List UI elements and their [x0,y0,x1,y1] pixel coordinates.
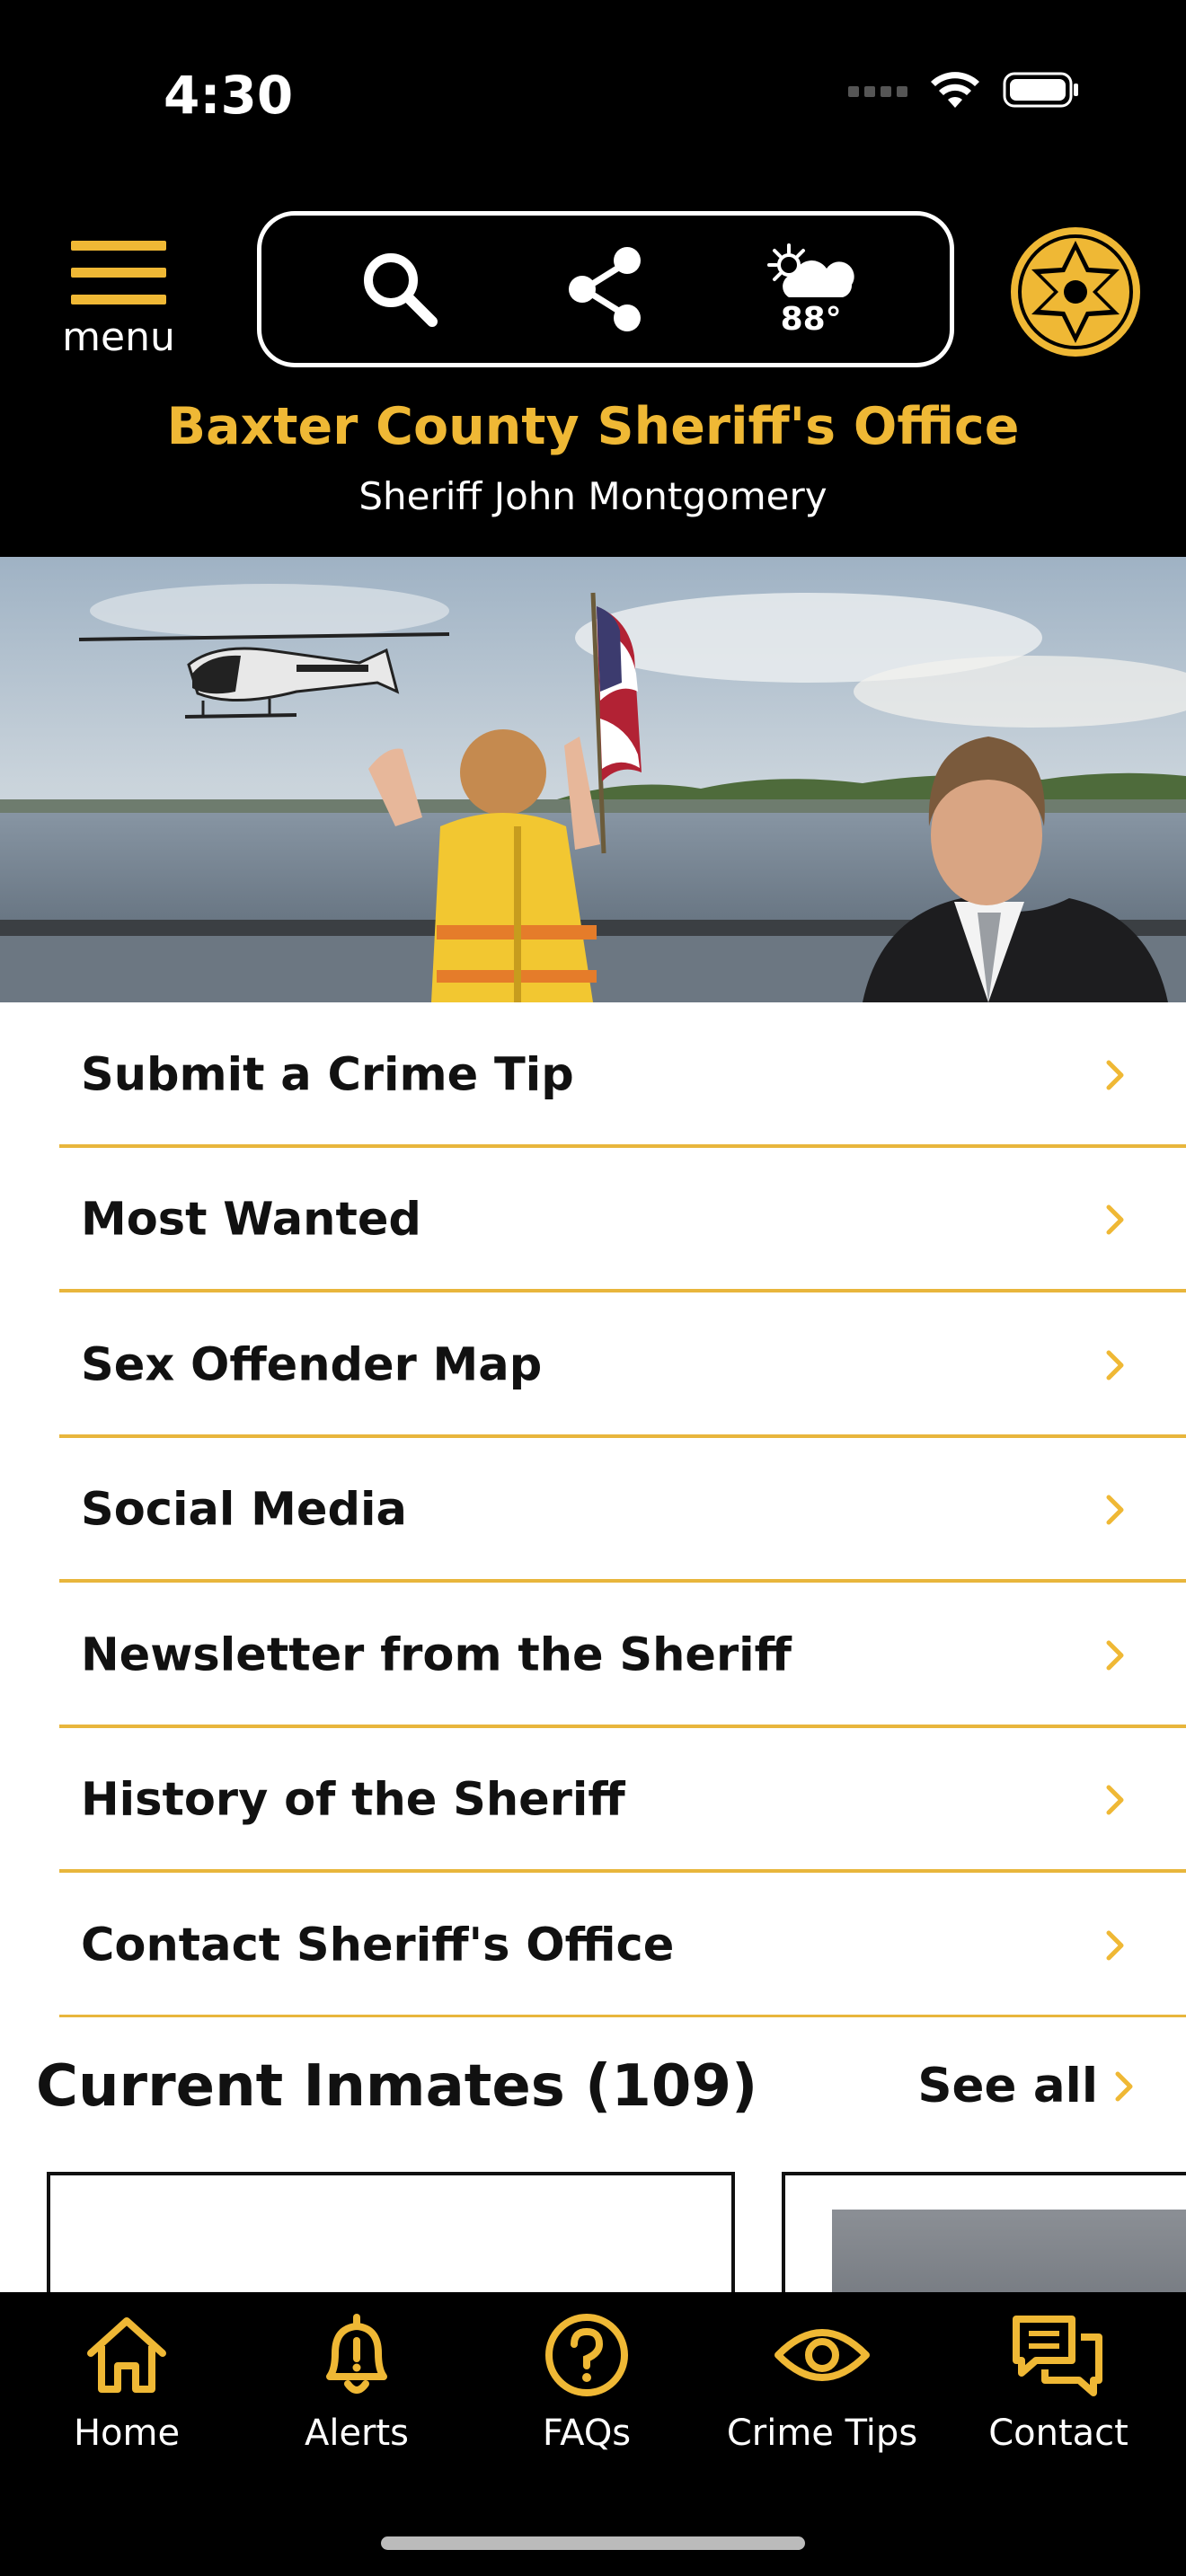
tab-label: Home [73,2413,181,2454]
inmate-card[interactable] [782,2172,1186,2292]
menu-button[interactable]: menu [56,241,181,375]
tab-label: FAQs [542,2413,632,2454]
menu-item-label: Sex Offender Map [81,1338,543,1392]
weather-partly-cloudy-icon [766,243,854,297]
weather-button[interactable]: 88° [748,235,874,343]
status-bar: 4:30 [0,0,1186,189]
chevron-right-icon [1106,1930,1124,1961]
question-icon [545,2314,628,2396]
menu-item-history[interactable]: History of the Sheriff [0,1728,1186,1874]
inmate-photo [832,2210,1186,2292]
menu-item-sex-offender-map[interactable]: Sex Offender Map [0,1292,1186,1438]
search-button[interactable] [337,235,463,343]
bell-alert-icon [326,2314,387,2394]
chevron-right-icon [1106,1785,1124,1815]
menu-item-submit-crime-tip[interactable]: Submit a Crime Tip [0,1002,1186,1148]
search-icon [364,253,438,327]
tab-label: Contact [988,2413,1128,2454]
tab-faqs[interactable]: FAQs [479,2310,695,2454]
chevron-right-icon [1106,1350,1124,1381]
tab-label: Crime Tips [726,2413,918,2454]
office-name: Baxter County Sheriff's Office [166,397,1020,456]
menu-list: Submit a Crime Tip Most Wanted Sex Offen… [0,1002,1186,2018]
inmates-section: Current Inmates (109) See all [0,2017,1186,2292]
sheriff-name: Sheriff John Montgomery [358,474,828,518]
inmate-card[interactable] [47,2172,735,2292]
menu-label: menu [62,314,175,360]
cellular-signal-icon [848,86,907,97]
menu-item-label: Newsletter from the Sheriff [81,1628,792,1682]
temperature-text: 88° [780,300,842,338]
tab-alerts[interactable]: Alerts [249,2310,465,2454]
home-icon [87,2317,166,2393]
chevron-right-icon [1115,2071,1133,2101]
status-icons [848,70,1080,110]
chat-icon [1013,2316,1102,2396]
menu-item-label: Most Wanted [81,1193,421,1247]
share-icon [568,247,641,331]
chevron-right-icon [1106,1204,1124,1235]
header: menu 88° Baxter County Sheriff's Office … [0,189,1186,557]
menu-item-newsletter[interactable]: Newsletter from the Sheriff [0,1583,1186,1728]
menu-item-label: Social Media [81,1483,407,1537]
chevron-right-icon [1106,1060,1124,1090]
tab-crime-tips[interactable]: Crime Tips [714,2310,930,2454]
menu-item-label: Submit a Crime Tip [81,1048,574,1102]
wifi-icon [931,72,979,108]
status-time: 4:30 [164,65,294,126]
header-toolbar: 88° [257,211,954,367]
tab-home[interactable]: Home [19,2310,235,2454]
see-all-label: See all [917,2059,1098,2113]
sheriff-badge-icon[interactable] [1006,223,1145,361]
menu-item-contact-office[interactable]: Contact Sheriff's Office [0,1873,1186,2018]
home-indicator [381,2536,805,2550]
chevron-right-icon [1106,1495,1124,1525]
tab-label: Alerts [304,2413,410,2454]
menu-item-social-media[interactable]: Social Media [0,1438,1186,1584]
inmates-title: Current Inmates (109) [36,2053,758,2120]
share-button[interactable] [543,235,668,343]
hero-banner-image [0,557,1186,1002]
see-all-button[interactable]: See all [917,2059,1134,2113]
menu-item-most-wanted[interactable]: Most Wanted [0,1148,1186,1293]
eye-icon [774,2329,870,2381]
chevron-right-icon [1106,1640,1124,1671]
battery-icon [1003,72,1078,108]
menu-item-label: Contact Sheriff's Office [81,1919,675,1972]
tab-contact[interactable]: Contact [951,2310,1166,2454]
menu-item-label: History of the Sheriff [81,1773,625,1827]
menu-icon [71,241,166,304]
tab-bar: Home Alerts FAQs Crime Tips Contact [0,2292,1186,2576]
